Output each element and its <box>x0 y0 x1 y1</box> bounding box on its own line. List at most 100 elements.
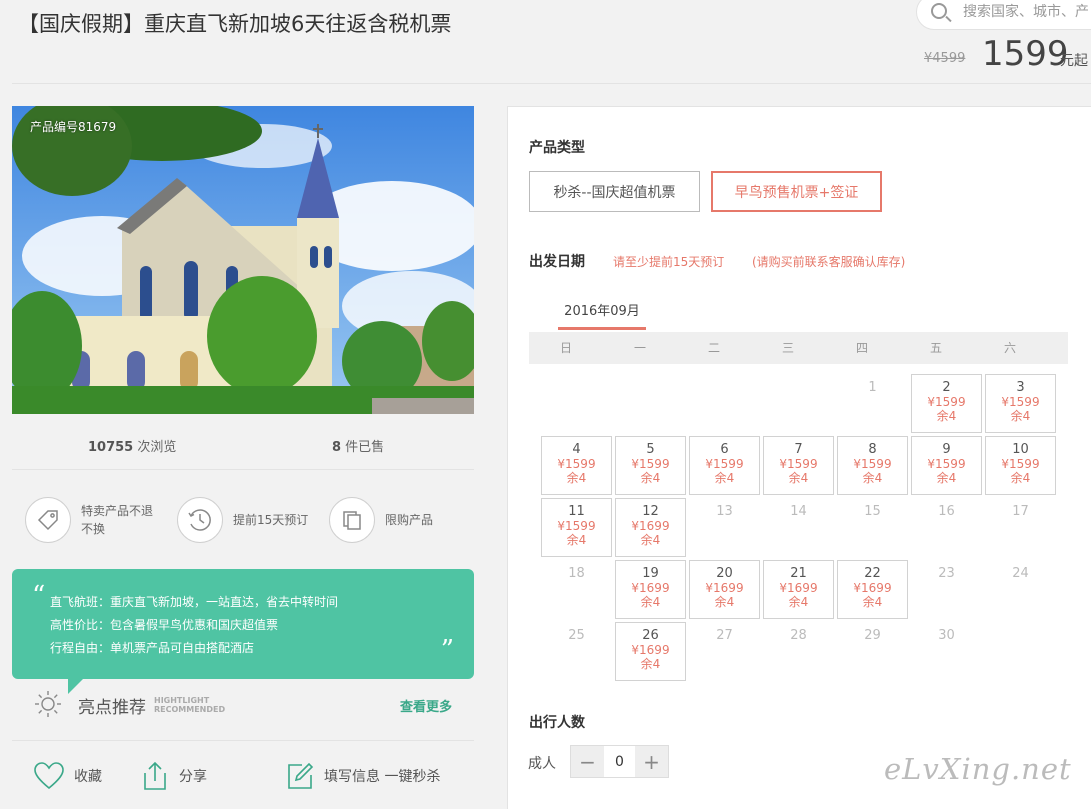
calendar-day-available[interactable]: 4 ¥1599 余4 <box>541 436 612 495</box>
day-price: ¥1699 <box>631 643 670 657</box>
day-stock: 余4 <box>640 657 661 671</box>
day-number: 25 <box>568 628 585 643</box>
day-number: 8 <box>868 442 877 457</box>
calendar-day-available[interactable]: 6 ¥1599 余4 <box>689 436 760 495</box>
highlight-en-line1: HIGHTLIGHT <box>154 696 210 705</box>
product-photo <box>12 106 474 414</box>
day-number: 26 <box>642 628 659 643</box>
day-stock: 余4 <box>788 471 809 485</box>
day-stock: 余4 <box>788 595 809 609</box>
calendar-day-available[interactable]: 19 ¥1699 余4 <box>615 560 686 619</box>
views-stat: 10755 次浏览 <box>88 436 176 455</box>
close-quote-icon: ” <box>440 635 454 665</box>
day-number: 20 <box>716 566 733 581</box>
weekday-label: 四 <box>855 341 868 355</box>
calendar-day-available[interactable]: 3 ¥1599 余4 <box>985 374 1056 433</box>
day-stock: 余4 <box>714 471 735 485</box>
weekday-header: 日一二三四五六 <box>529 332 1068 364</box>
calendar-day-available[interactable]: 10 ¥1599 余4 <box>985 436 1056 495</box>
day-price: ¥1599 <box>853 457 892 471</box>
day-number: 21 <box>790 566 807 581</box>
day-number: 14 <box>790 504 807 519</box>
calendar-day: 29 <box>837 622 908 681</box>
weekday-label: 六 <box>1003 341 1016 355</box>
calendar-day: 18 <box>541 560 612 619</box>
see-more-link[interactable]: 查看更多 <box>400 696 452 715</box>
calendar-day: 17 <box>985 498 1056 557</box>
calendar-day: 13 <box>689 498 760 557</box>
day-price: ¥1599 <box>705 457 744 471</box>
day-number: 11 <box>568 504 585 519</box>
day-number: 1 <box>868 380 877 395</box>
month-tab[interactable]: 2016年09月 <box>558 302 646 330</box>
search-icon[interactable] <box>931 3 947 19</box>
adult-label: 成人 <box>528 756 556 772</box>
day-price: ¥1599 <box>1001 457 1040 471</box>
calendar-day-available[interactable]: 8 ¥1599 余4 <box>837 436 908 495</box>
calendar-day-available[interactable]: 11 ¥1599 余4 <box>541 498 612 557</box>
share-label: 分享 <box>179 769 207 785</box>
day-stock: 余4 <box>640 471 661 485</box>
calendar-day-available[interactable]: 7 ¥1599 余4 <box>763 436 834 495</box>
watermark: eLvXing.net <box>884 752 1072 786</box>
day-stock: 余4 <box>862 471 883 485</box>
highlight-en-line2: RECOMMENDED <box>154 705 226 714</box>
day-price: ¥1599 <box>779 457 818 471</box>
weekday-label: 一 <box>633 341 646 355</box>
day-number: 16 <box>938 504 955 519</box>
feature-text: 限购产品 <box>385 513 434 527</box>
highlight-line: 直飞航班：重庆直飞新加坡，一站直达，省去中转时间 <box>50 595 339 609</box>
feature-advance-booking: 提前15天预订 <box>177 497 315 543</box>
favorite-button[interactable]: 收藏 <box>34 760 102 792</box>
calendar-day-available[interactable]: 21 ¥1699 余4 <box>763 560 834 619</box>
calendar-day-available[interactable]: 5 ¥1599 余4 <box>615 436 686 495</box>
calendar-day: 28 <box>763 622 834 681</box>
highlight-title: 亮点推荐 <box>78 698 146 718</box>
sun-icon <box>34 690 62 722</box>
adult-stepper[interactable]: − + <box>570 745 669 778</box>
day-number: 3 <box>1016 380 1025 395</box>
day-number: 22 <box>864 566 881 581</box>
calendar-day-available[interactable]: 2 ¥1599 余4 <box>911 374 982 433</box>
day-number: 30 <box>938 628 955 643</box>
minus-button[interactable]: − <box>571 746 604 777</box>
sold-label: 件已售 <box>341 440 385 455</box>
heart-icon <box>34 762 64 790</box>
book-button[interactable]: 填写信息 一键秒杀 <box>286 760 440 792</box>
calendar-day: 30 <box>911 622 982 681</box>
page: 【国庆假期】重庆直飞新加坡6天往返含税机票 ¥4599 1599 元起 <box>0 0 1091 809</box>
day-number: 19 <box>642 566 659 581</box>
edit-icon <box>288 762 314 789</box>
feature-limited: 限购产品 <box>329 497 467 543</box>
type-option-early-bird[interactable]: 早鸟预售机票+签证 <box>711 171 882 212</box>
calendar-day-available[interactable]: 12 ¥1699 余4 <box>615 498 686 557</box>
day-price: ¥1699 <box>631 581 670 595</box>
calendar-day-available[interactable]: 20 ¥1699 余4 <box>689 560 760 619</box>
share-icon <box>144 761 166 790</box>
calendar-day: 24 <box>985 560 1056 619</box>
calendar-day-available[interactable]: 9 ¥1599 余4 <box>911 436 982 495</box>
departure-date-label: 出发日期 <box>529 254 585 270</box>
day-stock: 余4 <box>640 595 661 609</box>
day-number: 23 <box>938 566 955 581</box>
search-box[interactable] <box>916 0 1091 30</box>
type-option-flash-sale[interactable]: 秒杀--国庆超值机票 <box>529 171 700 212</box>
day-price: ¥1699 <box>779 581 818 595</box>
original-price: ¥4599 <box>924 51 966 66</box>
day-number: 9 <box>942 442 951 457</box>
calendar-day-available[interactable]: 26 ¥1699 余4 <box>615 622 686 681</box>
day-price: ¥1599 <box>557 457 596 471</box>
feature-no-refund: 特卖产品不退不换 <box>25 497 163 543</box>
day-stock: 余4 <box>714 595 735 609</box>
day-stock: 余4 <box>640 533 661 547</box>
search-input[interactable] <box>963 1 1091 23</box>
day-stock: 余4 <box>566 533 587 547</box>
plus-button[interactable]: + <box>635 746 668 777</box>
day-stock: 余4 <box>862 595 883 609</box>
day-price: ¥1599 <box>1001 395 1040 409</box>
adult-count-input[interactable] <box>604 746 635 777</box>
day-price: ¥1599 <box>557 519 596 533</box>
feature-text: 特卖产品不退不换 <box>81 504 154 536</box>
share-button[interactable]: 分享 <box>141 760 207 792</box>
calendar-day-available[interactable]: 22 ¥1699 余4 <box>837 560 908 619</box>
